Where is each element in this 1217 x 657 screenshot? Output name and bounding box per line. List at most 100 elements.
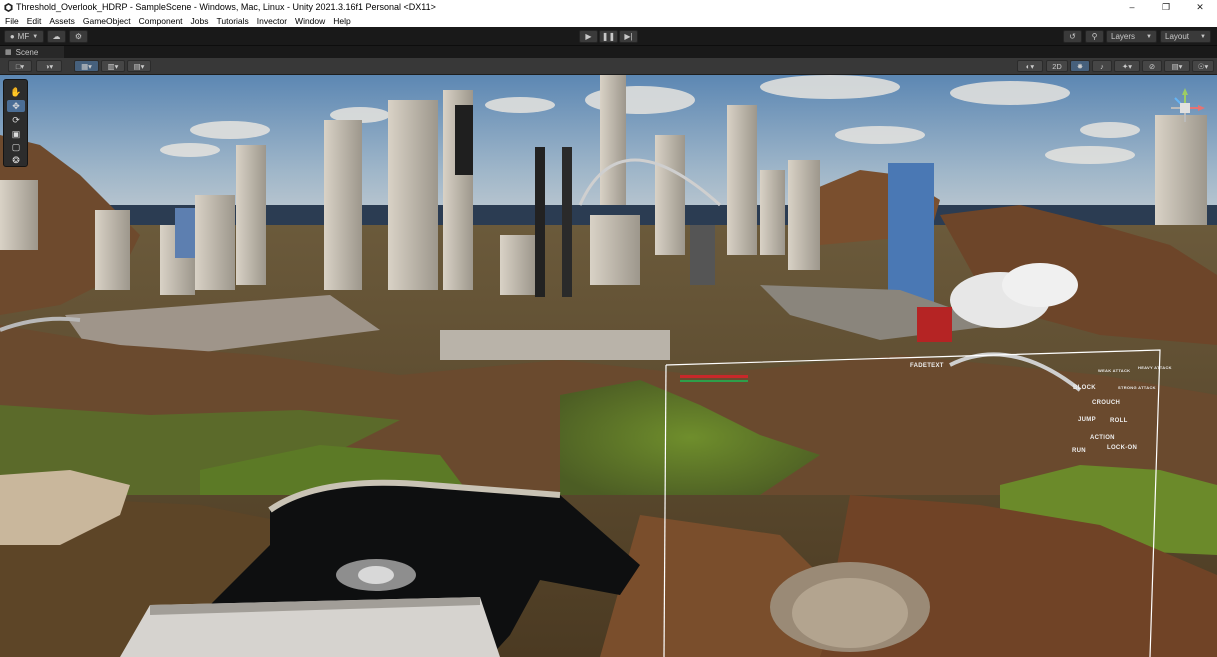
lock-on-label: LOCK-ON [1107, 445, 1138, 451]
grid-snap-icon: ▦▾ [81, 61, 92, 71]
grid-visibility-dropdown[interactable]: ▤▾ [127, 60, 151, 72]
cloud-icon: ☁ [52, 32, 61, 41]
jump-label: JUMP [1078, 417, 1096, 423]
account-dropdown[interactable]: ● MF ▼ [4, 30, 44, 43]
search-icon: ⚲ [1091, 32, 1098, 41]
effects-icon: ✦▾ [1121, 61, 1133, 71]
axis-gizmo-icon [1171, 88, 1205, 122]
render-mode-dropdown[interactable]: ◑▾ [36, 60, 62, 72]
menu-window[interactable]: Window [291, 16, 329, 26]
scale-icon: ▣ [11, 128, 21, 139]
fadetext-label: FADETEXT [910, 363, 944, 369]
chevron-down-icon: ▼ [1146, 33, 1152, 40]
play-button[interactable]: ▶ [579, 30, 598, 43]
minimize-button[interactable]: – [1115, 0, 1149, 14]
step-button[interactable]: ▶| [619, 30, 638, 43]
lighting-toggle[interactable]: ✸ [1070, 60, 1090, 72]
chevron-down-icon: ▼ [32, 33, 39, 40]
move-tool[interactable]: ✥ [7, 100, 25, 112]
grid-icon: ▦ [5, 49, 12, 56]
scene-tab-bar: ▦ Scene [0, 46, 1217, 58]
menu-assets[interactable]: Assets [45, 16, 79, 26]
sphere-icon: ◐▾ [1025, 61, 1035, 71]
title-bar: Threshold_Overlook_HDRP - SampleScene - … [0, 0, 1217, 14]
effects-dropdown[interactable]: ✦▾ [1114, 60, 1140, 72]
tab-scene-label: Scene [15, 47, 39, 57]
menu-bar: File Edit Assets GameObject Component Jo… [0, 14, 1217, 27]
search-button[interactable]: ⚲ [1085, 30, 1104, 43]
heavy-attack-label: HEAVY ATTACK [1138, 365, 1172, 370]
scene-render [0, 75, 1217, 657]
close-button[interactable]: ✕ [1183, 0, 1217, 14]
history-button[interactable]: ↺ [1063, 30, 1082, 43]
crouch-label: CROUCH [1092, 400, 1121, 406]
collab-icon: ⚙ [74, 32, 83, 41]
menu-component[interactable]: Component [135, 16, 187, 26]
render-mode-icon: ◑▾ [44, 61, 54, 71]
window-title: Threshold_Overlook_HDRP - SampleScene - … [16, 2, 436, 12]
menu-invector[interactable]: Invector [253, 16, 291, 26]
chevron-down-icon: ▼ [1200, 33, 1206, 40]
account-icon: ● [9, 32, 15, 41]
camera-icon: ▤▾ [1171, 61, 1183, 71]
eye-slash-icon: ⊘ [1148, 61, 1156, 71]
weak-attack-label: WEAK ATTACK [1098, 368, 1131, 373]
account-label: MF [17, 32, 30, 41]
hand-icon: ✋ [10, 86, 22, 97]
audio-toggle[interactable]: ♪ [1092, 60, 1112, 72]
grid-visibility-icon: ▤▾ [133, 61, 145, 71]
transform-tools-panel: ✋ ✥ ⟳ ▣ ▢ ❂ [3, 79, 28, 167]
toggle-2d-button[interactable]: 2D [1046, 60, 1068, 72]
snap-icon: ▥▾ [107, 61, 119, 71]
step-icon: ▶| [624, 32, 633, 41]
toggle-2d-label: 2D [1052, 61, 1062, 71]
rotate-tool[interactable]: ⟳ [7, 114, 25, 126]
gizmos-icon: ☉▾ [1197, 61, 1209, 71]
scale-tool[interactable]: ▣ [7, 128, 25, 140]
shading-dropdown[interactable]: ◐▾ [1017, 60, 1043, 72]
speaker-icon: ♪ [1100, 61, 1104, 71]
main-toolbar: ● MF ▼ ☁ ⚙ ▶ ❚❚ ▶| ↺ ⚲ Layers ▼ Layout ▼ [0, 27, 1217, 46]
draw-mode-dropdown[interactable]: □▾ [8, 60, 32, 72]
action-label: ACTION [1090, 435, 1115, 441]
layout-label: Layout [1165, 32, 1190, 41]
block-label: BLOCK [1073, 385, 1096, 391]
roll-label: ROLL [1110, 418, 1128, 424]
strong-attack-label: STRONG ATTACK [1118, 385, 1156, 390]
orientation-gizmo[interactable] [1165, 88, 1205, 136]
transform-tool[interactable]: ❂ [7, 154, 25, 166]
pause-button[interactable]: ❚❚ [599, 30, 618, 43]
layers-dropdown[interactable]: Layers ▼ [1106, 30, 1157, 43]
gizmos-dropdown[interactable]: ☉▾ [1192, 60, 1214, 72]
layers-label: Layers [1111, 32, 1136, 41]
transform-icon: ❂ [12, 154, 20, 165]
grid-snap-dropdown[interactable]: ▦▾ [74, 60, 99, 72]
cloud-button[interactable]: ☁ [47, 30, 66, 43]
menu-jobs[interactable]: Jobs [187, 16, 213, 26]
menu-help[interactable]: Help [329, 16, 354, 26]
tab-scene[interactable]: ▦ Scene [0, 46, 64, 58]
collab-button[interactable]: ⚙ [69, 30, 88, 43]
pause-icon: ❚❚ [601, 32, 616, 41]
scene-toolbar: □▾ ◑▾ ▦▾ ▥▾ ▤▾ ◐▾ 2D ✸ ♪ ✦▾ ⊘ ▤▾ ☉▾ [0, 58, 1217, 75]
snap-increment-dropdown[interactable]: ▥▾ [101, 60, 125, 72]
menu-tutorials[interactable]: Tutorials [213, 16, 253, 26]
camera-dropdown[interactable]: ▤▾ [1164, 60, 1190, 72]
history-icon: ↺ [1069, 32, 1076, 41]
layout-dropdown[interactable]: Layout ▼ [1160, 30, 1211, 43]
lightbulb-icon: ✸ [1076, 61, 1084, 71]
hidden-objects-toggle[interactable]: ⊘ [1142, 60, 1162, 72]
run-label: RUN [1072, 448, 1086, 454]
rect-icon: ▢ [11, 141, 21, 152]
move-icon: ✥ [12, 100, 20, 111]
rect-tool[interactable]: ▢ [7, 141, 25, 153]
draw-mode-icon: □▾ [15, 61, 25, 71]
unity-logo-icon [3, 2, 13, 12]
scene-viewport[interactable]: FADETEXT BLOCK CROUCH JUMP ROLL ACTION R… [0, 75, 1217, 657]
rotate-icon: ⟳ [12, 114, 20, 125]
maximize-button[interactable]: ❐ [1149, 0, 1183, 14]
menu-file[interactable]: File [0, 16, 23, 26]
hand-tool[interactable]: ✋ [7, 86, 25, 98]
menu-gameobject[interactable]: GameObject [79, 16, 135, 26]
menu-edit[interactable]: Edit [23, 16, 46, 26]
